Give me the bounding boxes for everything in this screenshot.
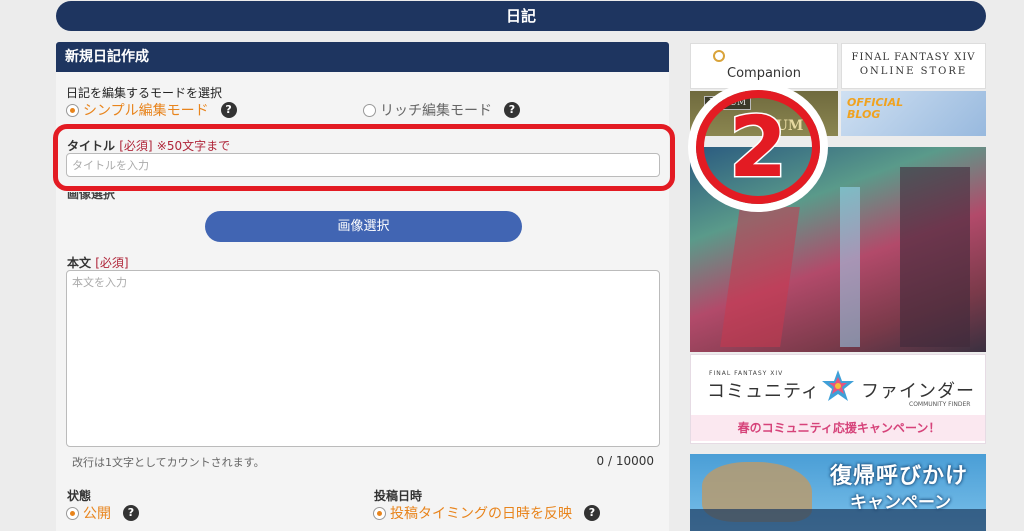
status-public-label[interactable]: 公開	[83, 503, 111, 523]
finder-title-right: ファインダー	[861, 381, 975, 402]
finder-sub-text: COMMUNITY FINDER	[909, 401, 971, 408]
companion-logo-icon	[713, 50, 725, 62]
crowd-silhouette	[690, 509, 986, 531]
art-shape	[900, 167, 970, 347]
help-icon[interactable]: ?	[584, 505, 600, 521]
mode-select-label: 日記を編集するモードを選択	[66, 86, 223, 100]
simple-mode-radio[interactable]	[66, 103, 79, 117]
body-field-label: 本文 [必須]	[67, 254, 129, 271]
image-select-button[interactable]: 画像選択	[205, 211, 522, 242]
image-select-label: 画像選択	[67, 192, 116, 201]
status-public-option[interactable]: 公開 ?	[66, 503, 139, 523]
page-title: 日記	[505, 7, 536, 25]
online-store-banner[interactable]: FINAL FANTASY XIV ONLINE STORE	[841, 43, 986, 89]
store-banner-line1: FINAL FANTASY XIV	[851, 52, 976, 63]
simple-mode-label[interactable]: シンプル編集モード	[83, 100, 209, 120]
store-banner-line2: ONLINE STORE	[859, 66, 968, 77]
rich-mode-label[interactable]: リッチ編集モード	[380, 100, 492, 120]
return-campaign-banner[interactable]: 復帰呼びかけ キャンペーン	[690, 454, 986, 531]
art-shape	[840, 187, 860, 347]
official-blog-banner[interactable]: OFFICIAL BLOG	[841, 91, 986, 136]
post-date-label: 投稿日時	[374, 489, 423, 503]
annotation-highlight-box	[53, 124, 675, 191]
status-label: 状態	[67, 489, 92, 503]
community-finder-logo-icon	[822, 370, 854, 401]
required-tag: [必須]	[95, 256, 129, 270]
body-textarea[interactable]	[66, 270, 660, 447]
page-header: 日記	[56, 1, 986, 31]
annotation-number-circle: 2	[688, 82, 828, 212]
blog-banner-line2: BLOG	[847, 108, 881, 121]
post-date-option-label[interactable]: 投稿タイミングの日時を反映	[390, 503, 572, 523]
help-icon[interactable]: ?	[123, 505, 139, 521]
post-date-radio[interactable]	[373, 506, 386, 520]
community-finder-banner[interactable]: FINAL FANTASY XIV コミュニティ ファインダー COMMUNIT…	[690, 354, 986, 444]
art-shape	[720, 207, 800, 347]
status-public-radio[interactable]	[66, 506, 79, 520]
finder-ff-text: FINAL FANTASY XIV	[709, 370, 784, 377]
panel-title: 新規日記作成	[56, 42, 669, 72]
finder-campaign-ribbon: 春のコミュニティ応援キャンペーン！	[691, 415, 985, 441]
return-banner-line1: 復帰呼びかけ	[830, 464, 969, 489]
simple-mode-option[interactable]: シンプル編集モード ?	[66, 100, 237, 120]
char-counter: 0 / 10000	[596, 454, 654, 468]
companion-banner-text: Companion	[727, 66, 801, 81]
rich-mode-option[interactable]: リッチ編集モード ?	[363, 100, 520, 120]
annotation-number: 2	[727, 97, 788, 198]
body-label-text: 本文	[67, 256, 92, 270]
post-date-option[interactable]: 投稿タイミングの日時を反映 ?	[373, 503, 600, 523]
finder-title-left: コミュニティ	[707, 381, 820, 402]
newline-hint: 改行は1文字としてカウントされます。	[72, 456, 265, 469]
rich-mode-radio[interactable]	[363, 103, 376, 117]
help-icon[interactable]: ?	[504, 102, 520, 118]
help-icon[interactable]: ?	[220, 102, 237, 118]
